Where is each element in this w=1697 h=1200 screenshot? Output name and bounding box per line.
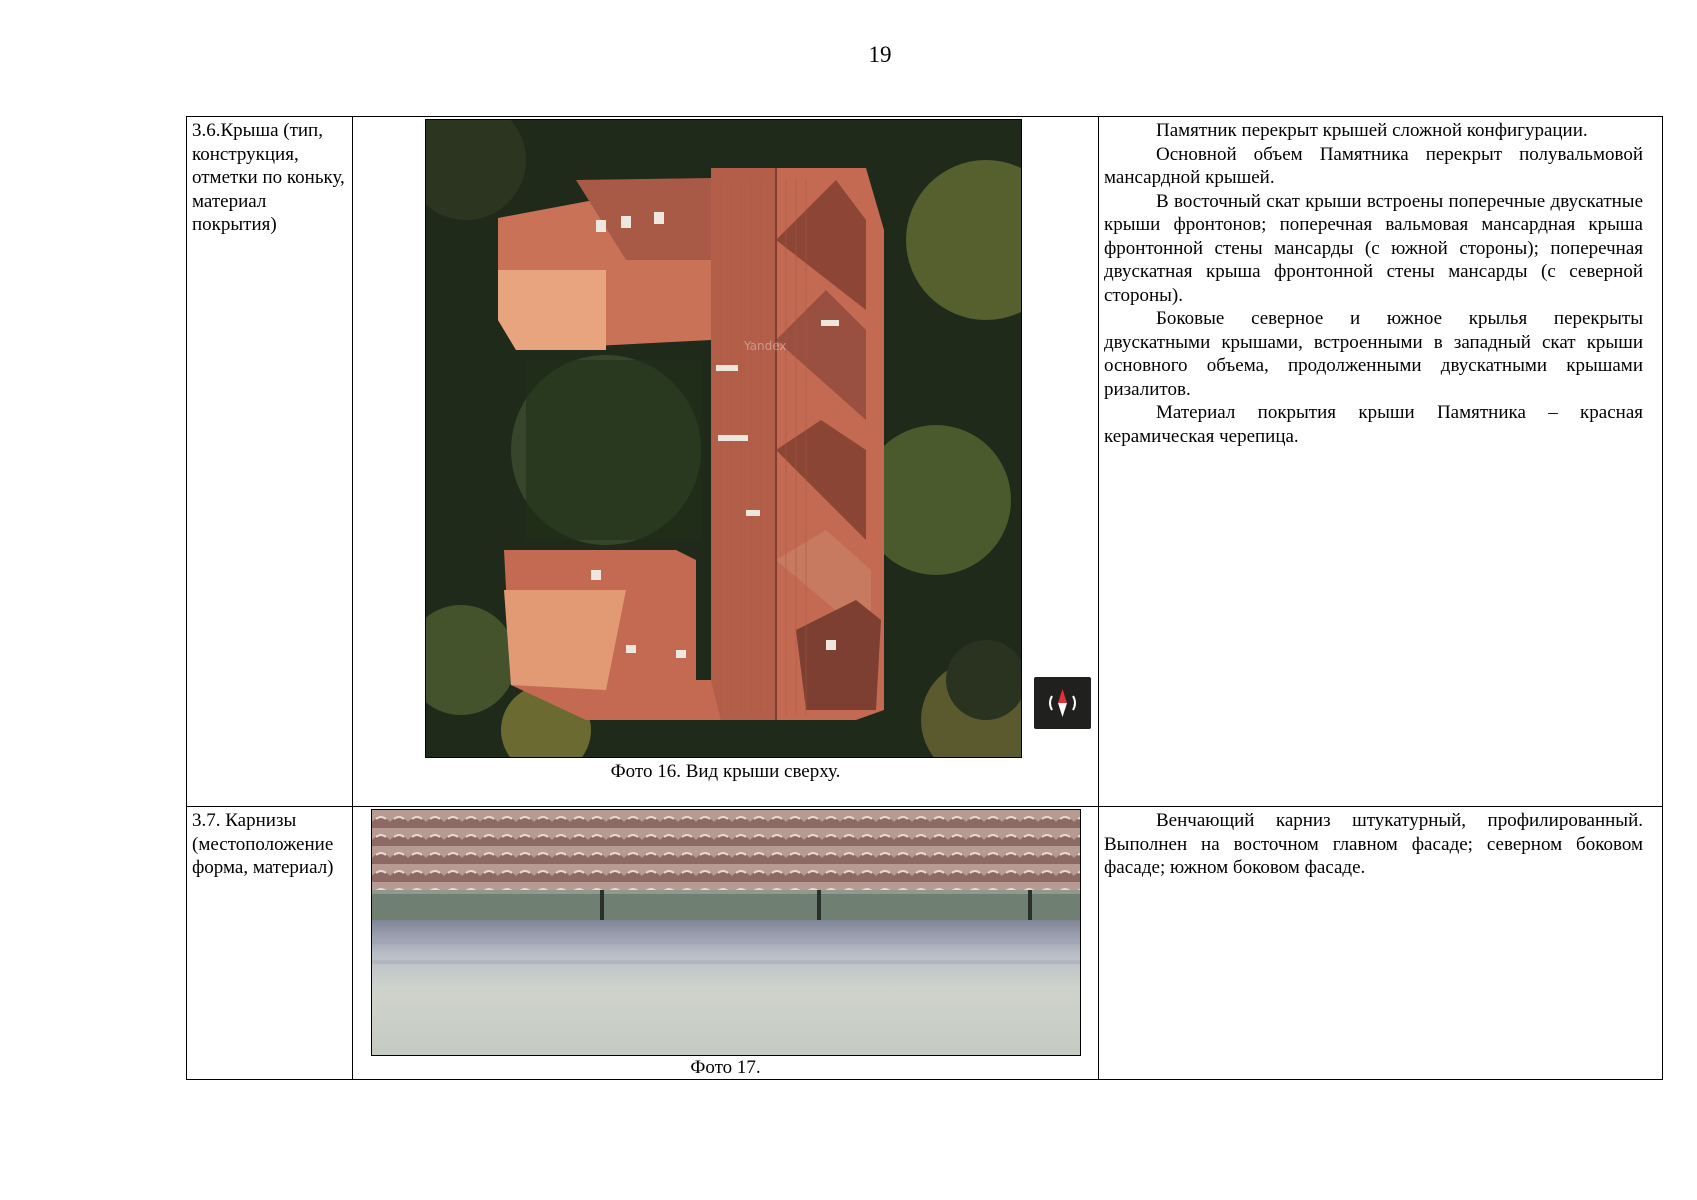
row-description-cell: Венчающий карниз штукатурный, профилиров… <box>1098 806 1663 1080</box>
description-paragraph: Основной объем Памятника перекрыт полува… <box>1104 143 1643 189</box>
compass-icon[interactable] <box>1034 677 1091 729</box>
row-description-cell: Памятник перекрыт крышей сложной конфигу… <box>1098 116 1663 807</box>
table-row-roof: 3.6.Крыша (тип, конструкция, отметки по … <box>186 116 1663 807</box>
photo-cell-cornices: Фото 17. <box>352 806 1099 1080</box>
photo-watermark: Yandex <box>743 339 787 353</box>
row-label-cell: 3.6.Крыша (тип, конструкция, отметки по … <box>186 116 353 807</box>
photo-cell-roof: Yandex Фото 16. Вид крыши сверху. <box>352 116 1099 807</box>
monument-description-table: 3.6.Крыша (тип, конструкция, отметки по … <box>186 116 1663 1080</box>
photo-16-caption: Фото 16. Вид крыши сверху. <box>610 761 841 782</box>
description-paragraph: Боковые северное и южное крылья перекрыт… <box>1104 308 1643 400</box>
cornice-description: Венчающий карниз штукатурный, профилиров… <box>1099 807 1662 880</box>
page-number: 19 <box>868 42 892 67</box>
row-label-roof: 3.6.Крыша (тип, конструкция, отметки по … <box>192 120 345 235</box>
description-paragraph: Венчающий карниз штукатурный, профилиров… <box>1104 810 1643 878</box>
row-label-cornices: 3.7. Карнизы (местоположение форма, мате… <box>192 810 334 878</box>
roof-description: Памятник перекрыт крышей сложной конфигу… <box>1099 117 1662 448</box>
description-paragraph: Памятник перекрыт крышей сложной конфигу… <box>1156 120 1588 141</box>
description-paragraph: В восточный скат крыши встроены поперечн… <box>1104 190 1643 306</box>
table-row-cornices: 3.7. Карнизы (местоположение форма, мате… <box>186 806 1663 1080</box>
row-label-cell: 3.7. Карнизы (местоположение форма, мате… <box>186 806 353 1080</box>
description-paragraph: Материал покрытия крыши Памятника – крас… <box>1104 402 1643 447</box>
photo-17-caption: Фото 17. <box>690 1057 761 1078</box>
photo-16-roof-aerial: Yandex <box>425 119 1022 758</box>
photo-17-cornice <box>371 809 1081 1056</box>
